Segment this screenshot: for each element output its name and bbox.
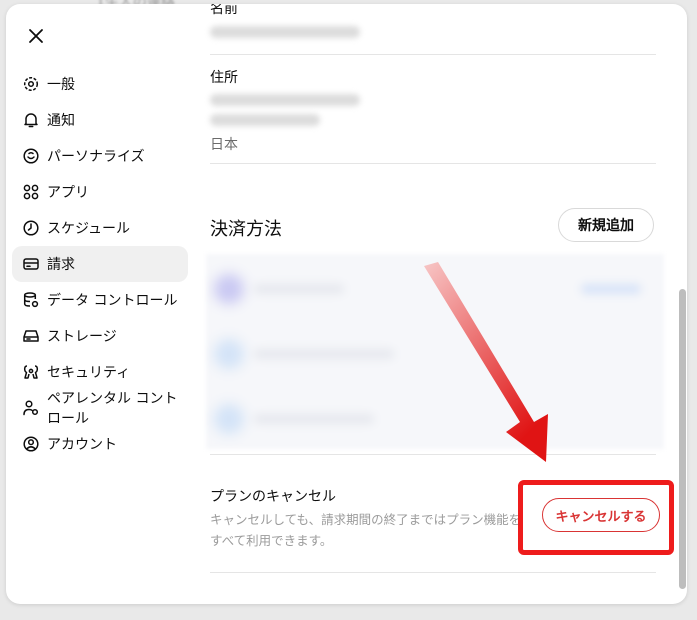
address-label: 住所: [210, 70, 238, 86]
apps-icon: [22, 183, 40, 201]
bell-icon: [22, 111, 40, 129]
storage-icon: [22, 327, 40, 345]
shield-icon: [22, 363, 40, 381]
sidebar-item-personalize[interactable]: パーソナライズ: [12, 138, 188, 174]
close-button[interactable]: [24, 24, 48, 48]
cancel-plan-description: キャンセルしても、請求期間の終了まではプラン機能をすべて利用できます。: [210, 512, 522, 548]
card-logo-redacted: [214, 274, 244, 304]
card-icon: [22, 255, 40, 273]
sidebar-item-label: 一般: [47, 77, 75, 93]
card-logo-redacted: [214, 404, 244, 434]
address-line-redacted: [210, 114, 320, 126]
card-text-redacted: [254, 349, 394, 359]
name-label: 名前: [210, 4, 238, 17]
sidebar-item-label: パーソナライズ: [47, 149, 145, 165]
sidebar-item-notifications[interactable]: 通知: [12, 102, 188, 138]
sidebar-item-storage[interactable]: ストレージ: [12, 318, 188, 354]
address-line-redacted: [210, 94, 360, 106]
sidebar-item-data-controls[interactable]: データ コントロール: [12, 282, 188, 318]
scrollbar[interactable]: [679, 289, 686, 589]
sidebar-item-schedule[interactable]: スケジュール: [12, 210, 188, 246]
add-payment-method-button[interactable]: 新規追加: [558, 208, 654, 242]
name-value-redacted: [210, 26, 360, 38]
sidebar-item-label: アプリ: [47, 185, 89, 201]
sidebar-item-account[interactable]: アカウント: [12, 426, 188, 462]
divider: [210, 572, 656, 573]
sidebar-item-label: ペアレンタル コントロール: [47, 391, 178, 427]
sidebar-item-label: アカウント: [47, 437, 117, 453]
parental-icon: [22, 399, 40, 417]
sidebar-item-general[interactable]: 一般: [12, 66, 188, 102]
payment-method-title: 決済方法: [210, 219, 282, 240]
sidebar-item-label: 通知: [47, 113, 75, 129]
clock-icon: [22, 219, 40, 237]
sidebar-item-billing[interactable]: 請求: [12, 246, 188, 282]
sidebar-item-apps[interactable]: アプリ: [12, 174, 188, 210]
sidebar-item-label: ストレージ: [47, 329, 117, 345]
highlight-box: [518, 480, 674, 555]
card-logo-redacted: [214, 339, 244, 369]
database-gear-icon: [22, 291, 40, 309]
sidebar-item-label: スケジュール: [47, 221, 131, 237]
sidebar-item-security[interactable]: セキュリティ: [12, 354, 188, 390]
settings-sidebar: 一般 通知 パーソナライズ アプリ スケジュール 請求 データ コントロール ス…: [12, 66, 188, 462]
divider: [210, 54, 656, 55]
country-value: 日本: [210, 137, 238, 153]
personalize-icon: [22, 147, 40, 165]
sidebar-item-label: セキュリティ: [47, 365, 131, 381]
sidebar-item-label: データ コントロール: [47, 293, 178, 309]
sidebar-item-label: 請求: [47, 257, 75, 273]
close-icon: [29, 29, 43, 43]
card-text-redacted: [254, 414, 374, 424]
account-icon: [22, 435, 40, 453]
cancel-plan-title: プランのキャンセル: [210, 489, 336, 505]
annotation-arrow-icon: [424, 262, 548, 462]
divider: [210, 163, 656, 164]
card-action-redacted: [581, 284, 641, 294]
gear-icon: [22, 75, 40, 93]
card-text-redacted: [254, 284, 344, 294]
sidebar-item-parental-controls[interactable]: ペアレンタル コントロール: [12, 390, 188, 427]
